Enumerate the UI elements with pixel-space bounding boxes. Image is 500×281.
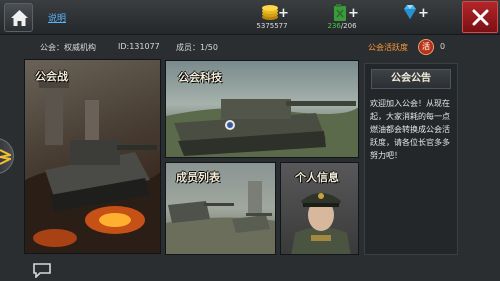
home-icon xyxy=(11,10,28,26)
close-button[interactable] xyxy=(462,1,498,33)
chat-bubble-icon xyxy=(33,263,51,279)
diamond-resource: + xyxy=(386,2,438,33)
guild-member-count: 成员：1/50 xyxy=(176,43,218,52)
guild-war-tank-image xyxy=(25,80,160,253)
member-list-panel[interactable]: 成员列表 xyxy=(165,162,276,255)
guild-id: ID:131077 xyxy=(118,42,160,51)
add-diamond-button[interactable]: + xyxy=(418,6,429,21)
add-gold-button[interactable]: + xyxy=(278,6,289,21)
fuel-resource: + 236/206 xyxy=(316,2,368,33)
guild-notice-title: 公会公告 xyxy=(371,69,451,89)
chat-button[interactable] xyxy=(32,262,52,279)
add-fuel-button[interactable]: + xyxy=(348,6,359,21)
close-icon xyxy=(472,9,489,26)
activity-badge-icon: 活 xyxy=(418,39,434,55)
help-link[interactable]: 说明 xyxy=(48,11,66,24)
fuel-current: 236 xyxy=(327,22,341,30)
fuel-value: 236/206 xyxy=(316,22,368,30)
guild-notice-text: 欢迎加入公会！从现在起，大家消耗的每一点燃油都会转换成公会活跃度，请各位长官多多… xyxy=(370,99,450,160)
wings-icon xyxy=(0,149,11,165)
guild-info-bar: 公会：权威机构 ID:131077 成员：1/50 公会活跃度 活 0 xyxy=(0,38,500,57)
gold-resource: + 5375577 xyxy=(246,2,298,33)
guild-notice-panel: 公会公告 欢迎加入公会！从现在起，大家消耗的每一点燃油都会转换成公会活跃度，请各… xyxy=(364,63,458,255)
side-menu-tab[interactable] xyxy=(0,138,14,174)
fuel-max: /206 xyxy=(340,22,357,30)
guild-war-panel[interactable]: 公会战 xyxy=(24,59,161,254)
personal-info-title: 个人信息 xyxy=(295,171,339,184)
guild-name: 公会：权威机构 xyxy=(40,43,96,52)
member-list-title: 成员列表 xyxy=(176,171,220,184)
gold-value: 5375577 xyxy=(256,22,288,30)
guild-tech-title: 公会科技 xyxy=(178,71,222,84)
home-button[interactable] xyxy=(4,3,33,32)
guild-war-title: 公会战 xyxy=(35,70,68,83)
top-bar: 说明 + 5375577 + 236/206 + xyxy=(0,0,500,35)
activity-label: 公会活跃度 xyxy=(368,43,408,52)
personal-info-panel[interactable]: 个人信息 xyxy=(280,162,359,255)
guild-tech-panel[interactable]: 公会科技 xyxy=(165,60,359,158)
activity-value: 0 xyxy=(440,42,446,51)
